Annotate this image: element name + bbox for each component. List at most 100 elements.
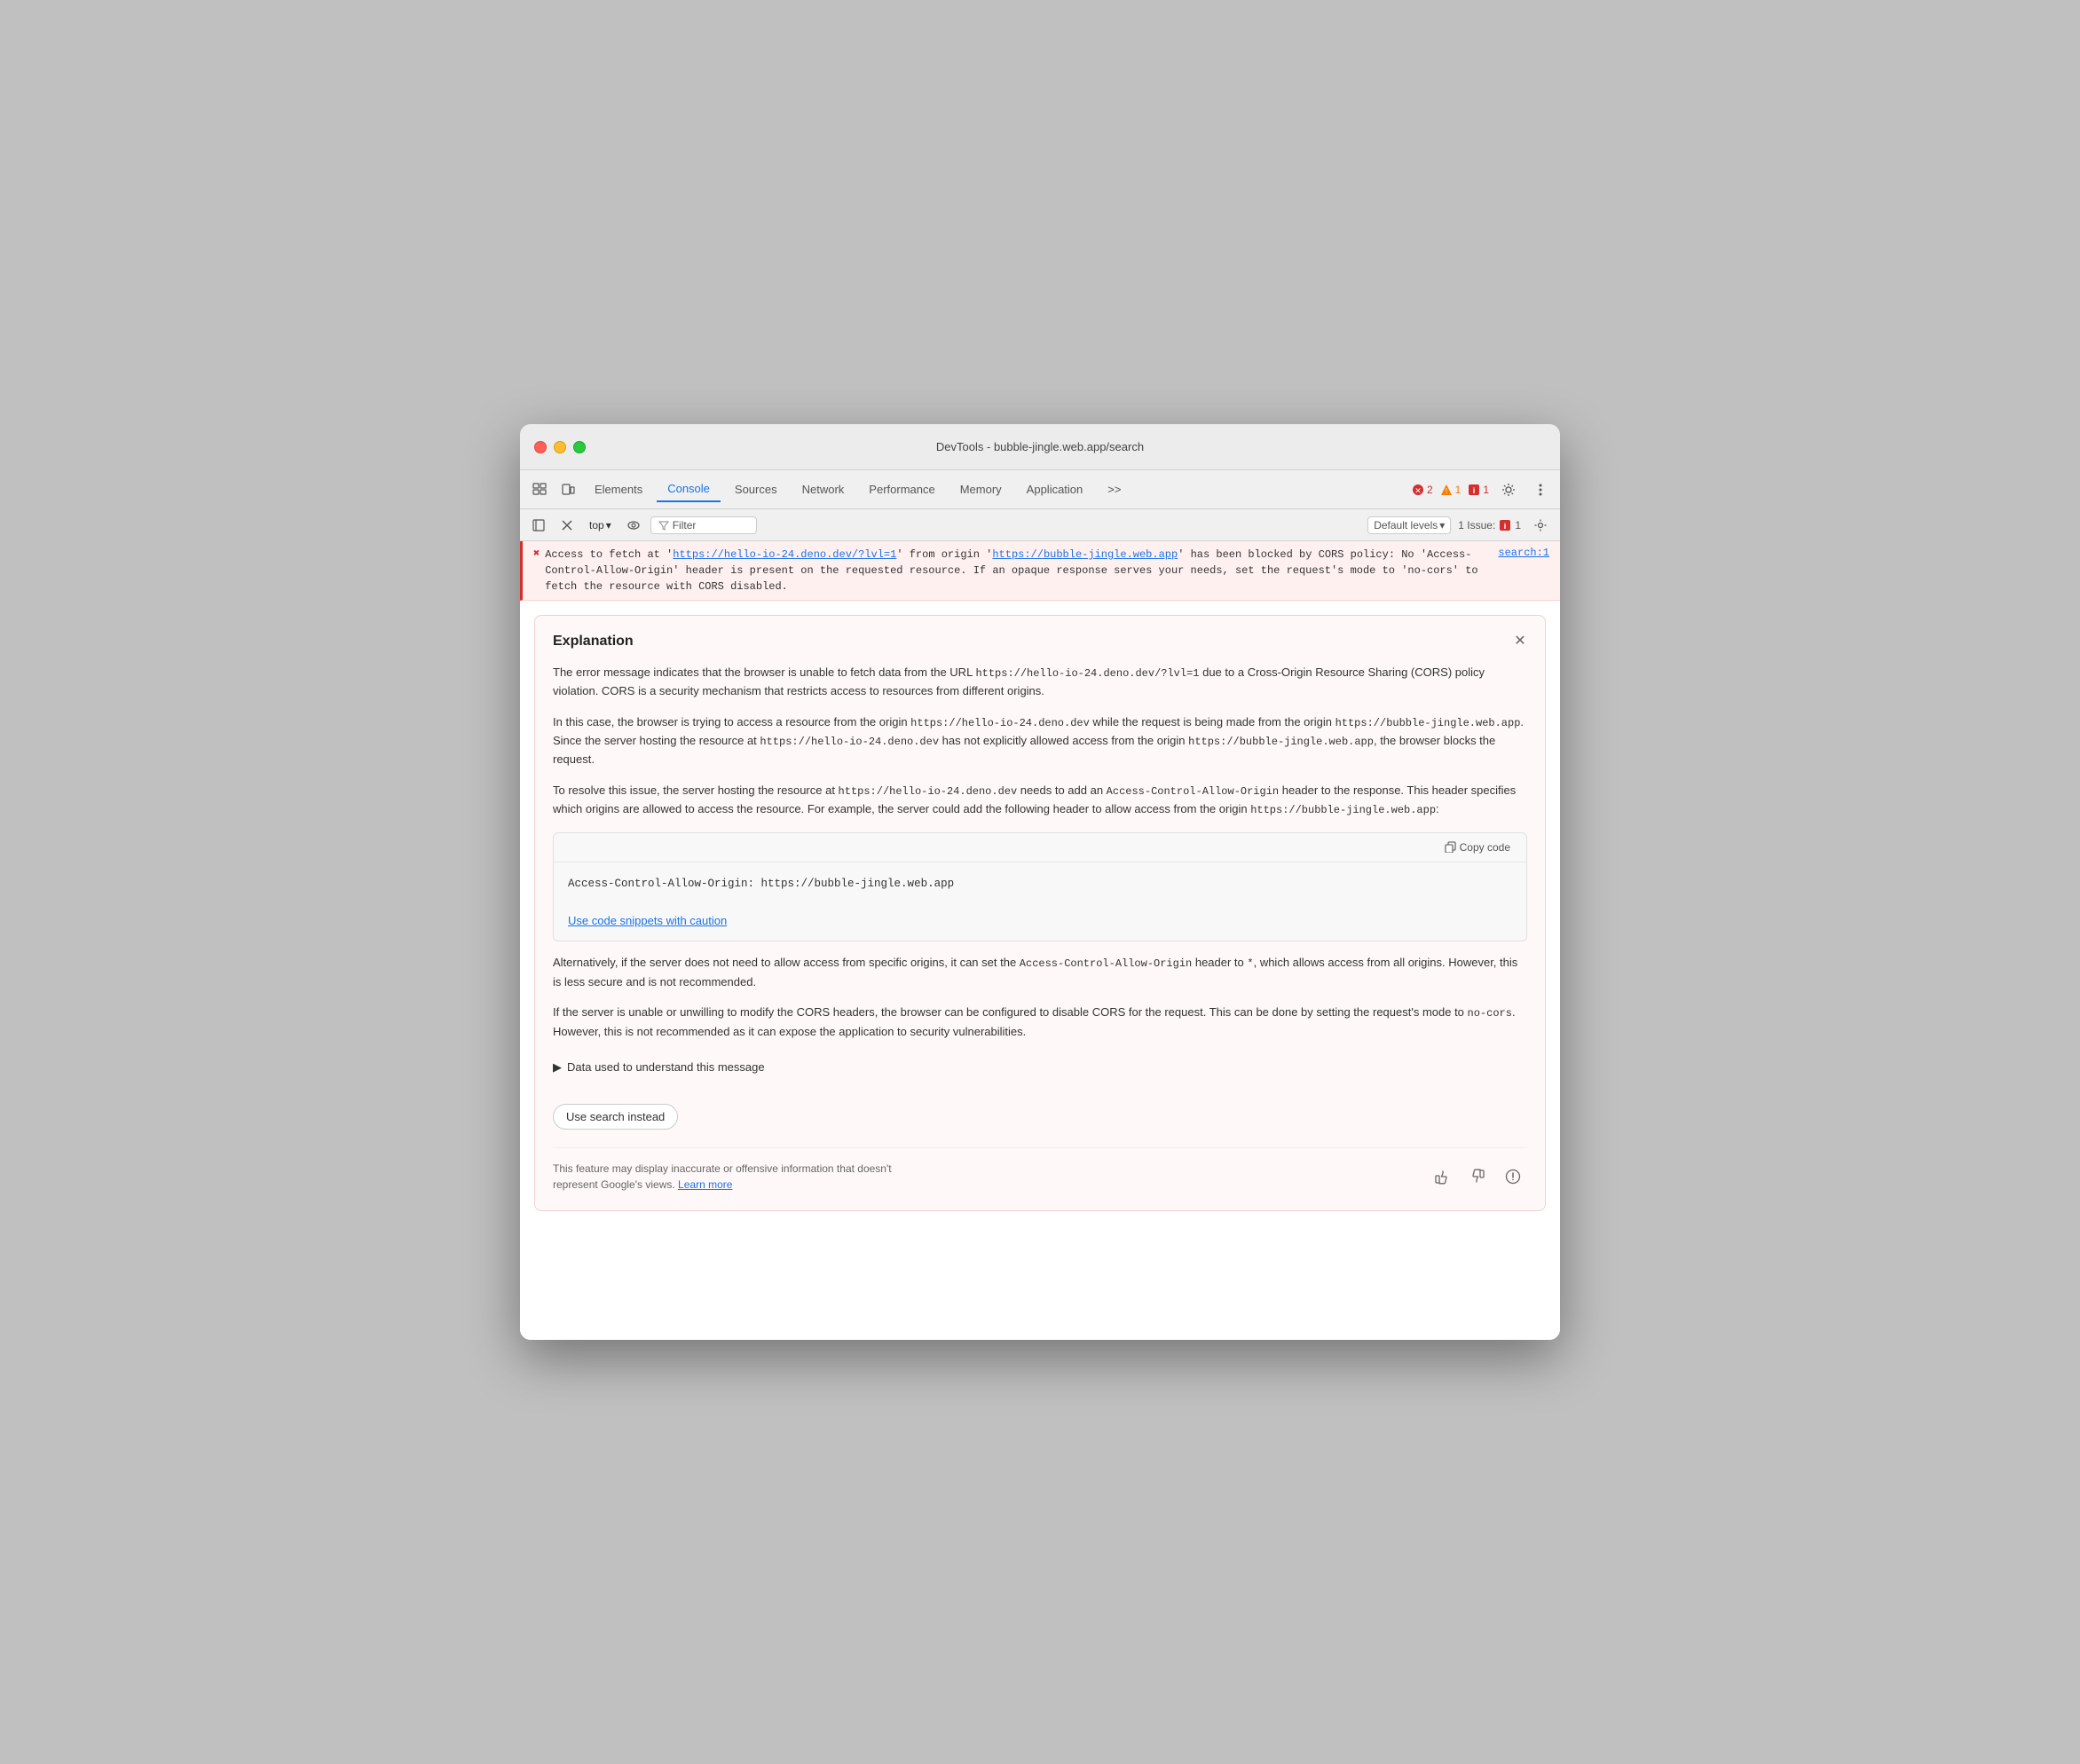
tab-memory[interactable]: Memory bbox=[949, 477, 1012, 501]
explanation-para1: The error message indicates that the bro… bbox=[553, 664, 1527, 701]
sidebar-toggle-icon[interactable] bbox=[527, 514, 550, 537]
error-count: 2 bbox=[1427, 484, 1433, 496]
para5-code1: no-cors bbox=[1468, 1007, 1512, 1020]
use-search-button[interactable]: Use search instead bbox=[553, 1104, 678, 1130]
para2-code1: https://hello-io-24.deno.dev bbox=[910, 717, 1090, 729]
main-toolbar: Elements Console Sources Network Perform… bbox=[520, 470, 1560, 509]
context-selector[interactable]: top ▾ bbox=[584, 517, 617, 533]
settings-icon[interactable] bbox=[1496, 477, 1521, 502]
console-settings-icon[interactable] bbox=[1528, 513, 1553, 538]
context-label: top bbox=[589, 519, 604, 532]
cors-error-row: ✖ Access to fetch at 'https://hello-io-2… bbox=[520, 541, 1560, 601]
titlebar: DevTools - bubble-jingle.web.app/search bbox=[520, 424, 1560, 470]
para3-code2: Access-Control-Allow-Origin bbox=[1107, 785, 1279, 798]
origin-url-link[interactable]: https://bubble-jingle.web.app bbox=[992, 548, 1178, 561]
console-area: ✖ Access to fetch at 'https://hello-io-2… bbox=[520, 541, 1560, 1340]
minimize-traffic-light[interactable] bbox=[554, 441, 566, 453]
learn-more-link[interactable]: Learn more bbox=[678, 1178, 732, 1191]
traffic-lights bbox=[534, 441, 586, 453]
footer-disclaimer: This feature may display inaccurate or o… bbox=[553, 1161, 908, 1193]
thumbs-up-icon bbox=[1434, 1169, 1450, 1185]
copy-icon bbox=[1445, 841, 1456, 853]
issues-badge: 1 Issue: i 1 bbox=[1458, 519, 1521, 532]
error-source-link[interactable]: search:1 bbox=[1498, 547, 1549, 559]
eye-icon[interactable] bbox=[622, 514, 645, 537]
para4-code1: Access-Control-Allow-Origin bbox=[1020, 957, 1192, 970]
para4-code2: * bbox=[1247, 957, 1253, 970]
feedback-icons bbox=[1428, 1162, 1527, 1191]
filter-label: Filter bbox=[673, 519, 697, 532]
data-used-toggle[interactable]: ▶ Data used to understand this message bbox=[553, 1059, 1527, 1077]
thumbs-up-button[interactable] bbox=[1428, 1162, 1456, 1191]
inspect-element-icon[interactable] bbox=[527, 477, 552, 502]
error-badge: ✕ 2 bbox=[1412, 484, 1433, 496]
issues-error-icon: i bbox=[1499, 519, 1511, 532]
explanation-para4: Alternatively, if the server does not ne… bbox=[553, 954, 1527, 991]
issues-label: 1 Issue: bbox=[1458, 519, 1495, 532]
log-levels-selector[interactable]: Default levels ▾ bbox=[1367, 516, 1451, 534]
device-toolbar-icon[interactable] bbox=[555, 477, 580, 502]
explanation-title: Explanation bbox=[553, 634, 1527, 650]
code-block-header: Copy code bbox=[554, 833, 1526, 862]
explanation-close-button[interactable]: ✕ bbox=[1509, 630, 1531, 651]
data-used-section: ▶ Data used to understand this message bbox=[553, 1059, 1527, 1077]
close-traffic-light[interactable] bbox=[534, 441, 547, 453]
clear-console-icon[interactable] bbox=[555, 514, 579, 537]
explanation-body: The error message indicates that the bro… bbox=[553, 664, 1527, 1193]
warn-triangle-icon: ! bbox=[1440, 484, 1453, 496]
error-circle-icon: ✕ bbox=[1412, 484, 1424, 496]
thumbs-down-icon bbox=[1469, 1169, 1485, 1185]
filter-input-area[interactable]: Filter bbox=[650, 516, 757, 534]
para3-code3: https://bubble-jingle.web.app bbox=[1250, 804, 1436, 816]
explanation-para5: If the server is unable or unwilling to … bbox=[553, 1004, 1527, 1041]
warn-badge: ! 1 bbox=[1440, 484, 1462, 496]
report-icon bbox=[1505, 1169, 1521, 1185]
toolbar-right: ✕ 2 ! 1 i 1 bbox=[1412, 477, 1553, 502]
svg-text:!: ! bbox=[1446, 487, 1447, 495]
secondary-toolbar: top ▾ Filter Default levels ▾ 1 Issue: i… bbox=[520, 509, 1560, 541]
error-icon: ✖ bbox=[533, 547, 540, 560]
explanation-para2: In this case, the browser is trying to a… bbox=[553, 713, 1527, 769]
tab-sources[interactable]: Sources bbox=[724, 477, 788, 501]
warn-count: 1 bbox=[1455, 484, 1462, 496]
thumbs-down-button[interactable] bbox=[1463, 1162, 1492, 1191]
info-count: 1 bbox=[1483, 484, 1489, 496]
cors-url-link[interactable]: https://hello-io-24.deno.dev/?lvl=1 bbox=[673, 548, 896, 561]
chevron-down-icon: ▾ bbox=[1439, 519, 1445, 532]
issues-count: 1 bbox=[1515, 519, 1521, 532]
explanation-para3: To resolve this issue, the server hostin… bbox=[553, 782, 1527, 819]
para1-code: https://hello-io-24.deno.dev/?lvl=1 bbox=[975, 667, 1199, 680]
caution-link[interactable]: Use code snippets with caution bbox=[568, 912, 727, 931]
devtools-window: DevTools - bubble-jingle.web.app/search … bbox=[520, 424, 1560, 1340]
explanation-panel: Explanation ✕ The error message indicate… bbox=[534, 615, 1546, 1211]
filter-icon bbox=[658, 520, 669, 531]
para2-code4: https://bubble-jingle.web.app bbox=[1188, 736, 1374, 748]
tab-performance[interactable]: Performance bbox=[858, 477, 945, 501]
info-error-badge: i 1 bbox=[1468, 484, 1489, 496]
para2-code3: https://hello-io-24.deno.dev bbox=[760, 736, 939, 748]
chevron-down-icon: ▾ bbox=[606, 519, 611, 532]
copy-code-label: Copy code bbox=[1460, 841, 1510, 854]
copy-code-button[interactable]: Copy code bbox=[1438, 839, 1517, 856]
report-button[interactable] bbox=[1499, 1162, 1527, 1191]
explanation-footer: This feature may display inaccurate or o… bbox=[553, 1147, 1527, 1193]
para2-code2: https://bubble-jingle.web.app bbox=[1335, 717, 1521, 729]
window-title: DevTools - bubble-jingle.web.app/search bbox=[936, 440, 1144, 453]
tab-elements[interactable]: Elements bbox=[584, 477, 653, 501]
svg-text:i: i bbox=[1504, 522, 1507, 531]
secondary-toolbar-right: Default levels ▾ 1 Issue: i 1 bbox=[1367, 513, 1553, 538]
fullscreen-traffic-light[interactable] bbox=[573, 441, 586, 453]
tab-application[interactable]: Application bbox=[1016, 477, 1094, 501]
more-options-icon[interactable] bbox=[1528, 477, 1553, 502]
tab-network[interactable]: Network bbox=[792, 477, 855, 501]
code-block: Copy code Access-Control-Allow-Origin: h… bbox=[553, 832, 1527, 942]
tab-more[interactable]: >> bbox=[1097, 477, 1131, 501]
tab-console[interactable]: Console bbox=[657, 476, 721, 502]
svg-text:✕: ✕ bbox=[1414, 486, 1422, 495]
levels-label: Default levels bbox=[1374, 519, 1438, 532]
data-used-label: Data used to understand this message bbox=[567, 1059, 765, 1077]
para3-code1: https://hello-io-24.deno.dev bbox=[839, 785, 1018, 798]
info-error-icon: i bbox=[1468, 484, 1480, 496]
svg-text:i: i bbox=[1473, 486, 1476, 495]
error-text: Access to fetch at 'https://hello-io-24.… bbox=[545, 547, 1498, 595]
